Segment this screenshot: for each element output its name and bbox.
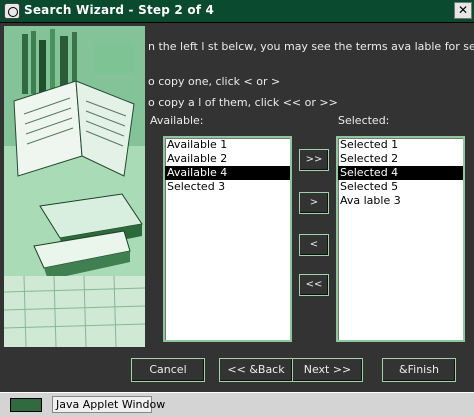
wizard-window: Search Wizard - Step 2 of 4 ✕ n the left… bbox=[0, 0, 474, 417]
list-item[interactable]: Available 1 bbox=[165, 138, 290, 152]
list-item[interactable]: Selected 3 bbox=[165, 180, 290, 194]
list-item[interactable]: Available 2 bbox=[165, 152, 290, 166]
java-icon bbox=[10, 398, 42, 412]
instruction-line-1: n the left l st belcw, you may see the t… bbox=[148, 40, 474, 53]
cancel-button[interactable]: Cancel bbox=[131, 358, 205, 382]
list-item[interactable]: Selected 5 bbox=[338, 180, 463, 194]
next-button[interactable]: Next >> bbox=[292, 358, 363, 382]
add-one-button[interactable]: > bbox=[299, 192, 329, 214]
remove-all-button[interactable]: << bbox=[299, 274, 329, 296]
available-label: Available: bbox=[150, 114, 204, 127]
add-all-button[interactable]: >> bbox=[299, 149, 329, 171]
back-button[interactable]: << &Back bbox=[219, 358, 293, 382]
list-item[interactable]: Selected 1 bbox=[338, 138, 463, 152]
finish-button[interactable]: &Finish bbox=[382, 358, 456, 382]
title-bar[interactable]: Search Wizard - Step 2 of 4 ✕ bbox=[0, 0, 474, 23]
selected-list[interactable]: Selected 1 Selected 2 Selected 4 Selecte… bbox=[336, 136, 465, 342]
available-list[interactable]: Available 1 Available 2 Available 4 Sele… bbox=[163, 136, 292, 342]
status-text: Java Applet Window bbox=[52, 396, 165, 413]
list-item[interactable]: Ava lable 3 bbox=[338, 194, 463, 208]
app-icon[interactable] bbox=[4, 3, 20, 19]
books-image bbox=[4, 26, 145, 347]
window-title: Search Wizard - Step 2 of 4 bbox=[24, 3, 215, 17]
instruction-line-2: o copy one, click < or > bbox=[148, 75, 281, 88]
instruction-line-3: o copy a l of them, click << or >> bbox=[148, 96, 338, 109]
books-illustration bbox=[4, 26, 145, 347]
list-item[interactable]: Selected 2 bbox=[338, 152, 463, 166]
close-button[interactable]: ✕ bbox=[454, 2, 472, 19]
selected-label: Selected: bbox=[338, 114, 390, 127]
list-item-selected[interactable]: Available 4 bbox=[165, 166, 290, 180]
status-bar: Java Applet Window bbox=[0, 392, 474, 417]
remove-one-button[interactable]: < bbox=[299, 234, 329, 256]
list-item-selected[interactable]: Selected 4 bbox=[338, 166, 463, 180]
close-icon: ✕ bbox=[457, 3, 469, 17]
